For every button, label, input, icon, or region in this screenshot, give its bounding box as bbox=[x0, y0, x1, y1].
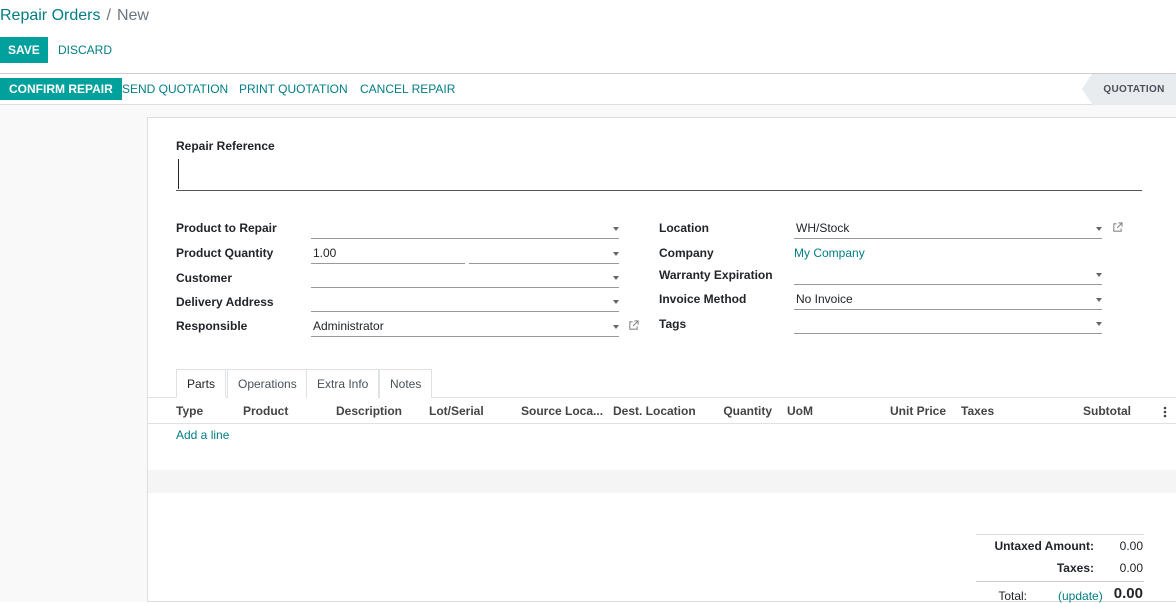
totals-divider bbox=[976, 581, 1144, 582]
taxes-value: 0.00 bbox=[1100, 561, 1143, 575]
untaxed-amount-label: Untaxed Amount: bbox=[960, 539, 1094, 553]
product-to-repair-label: Product to Repair bbox=[176, 221, 277, 235]
table-row-empty bbox=[148, 470, 1176, 493]
product-quantity-input[interactable]: 1.00 bbox=[311, 244, 465, 264]
warranty-expiration-input[interactable] bbox=[794, 265, 1102, 285]
untaxed-amount-value: 0.00 bbox=[1100, 539, 1143, 553]
update-totals-link[interactable]: (update) bbox=[1058, 589, 1103, 603]
total-value: 0.00 bbox=[1105, 585, 1143, 602]
control-panel: Repair Orders / New SAVE DISCARD bbox=[0, 0, 1176, 73]
status-stage-quotation[interactable]: QUOTATION bbox=[1092, 74, 1176, 105]
column-header-subtotal[interactable]: Subtotal bbox=[1060, 404, 1131, 418]
totals-top-divider bbox=[976, 534, 1144, 535]
column-header-uom[interactable]: UoM bbox=[787, 404, 813, 418]
optional-columns-toggle[interactable] bbox=[1163, 405, 1167, 419]
send-quotation-button[interactable]: SEND QUOTATION bbox=[122, 78, 228, 100]
warranty-expiration-label: Warranty Expiration bbox=[659, 268, 773, 282]
product-quantity-label: Product Quantity bbox=[176, 246, 273, 260]
tab-extra-info[interactable]: Extra Info bbox=[306, 369, 379, 398]
confirm-repair-button[interactable]: CONFIRM REPAIR bbox=[0, 78, 122, 100]
repair-reference-label: Repair Reference bbox=[176, 139, 275, 153]
tab-notes[interactable]: Notes bbox=[379, 369, 432, 398]
breadcrumb-parent-link[interactable]: Repair Orders bbox=[0, 7, 100, 24]
taxes-label: Taxes: bbox=[960, 561, 1094, 575]
chevron-down-icon bbox=[613, 227, 619, 231]
table-row-add-line bbox=[148, 424, 1176, 447]
responsible-select[interactable]: Administrator bbox=[311, 317, 619, 337]
total-label: Total: bbox=[960, 589, 1027, 603]
external-link-icon[interactable] bbox=[628, 320, 639, 331]
chevron-down-icon bbox=[613, 325, 619, 329]
chevron-down-icon bbox=[1096, 322, 1102, 326]
chevron-down-icon bbox=[1096, 273, 1102, 277]
external-link-icon[interactable] bbox=[1112, 222, 1123, 233]
print-quotation-button[interactable]: PRINT QUOTATION bbox=[239, 78, 348, 100]
tab-operations[interactable]: Operations bbox=[227, 369, 308, 398]
discard-button[interactable]: DISCARD bbox=[58, 37, 112, 63]
company-link[interactable]: My Company bbox=[794, 246, 865, 260]
chevron-down-icon bbox=[613, 300, 619, 304]
column-header-quantity[interactable]: Quantity bbox=[700, 404, 772, 418]
column-header-description[interactable]: Description bbox=[336, 404, 402, 418]
customer-label: Customer bbox=[176, 271, 232, 285]
column-header-product[interactable]: Product bbox=[243, 404, 288, 418]
product-uom-select[interactable] bbox=[469, 244, 619, 264]
invoice-method-select[interactable]: No Invoice bbox=[794, 290, 1102, 310]
save-button[interactable]: SAVE bbox=[0, 37, 48, 63]
breadcrumb-current: New bbox=[117, 7, 149, 24]
chevron-down-icon bbox=[613, 276, 619, 280]
breadcrumb-separator: / bbox=[106, 7, 110, 24]
column-header-dest-location[interactable]: Dest. Location bbox=[613, 404, 696, 418]
location-select[interactable]: WH/Stock bbox=[794, 219, 1102, 239]
cancel-repair-button[interactable]: CANCEL REPAIR bbox=[360, 78, 455, 100]
column-header-lot-serial[interactable]: Lot/Serial bbox=[429, 404, 484, 418]
breadcrumb: Repair Orders / New bbox=[0, 7, 149, 25]
column-header-source-location[interactable]: Source Loca... bbox=[521, 404, 603, 418]
statusbar: CONFIRM REPAIR SEND QUOTATION PRINT QUOT… bbox=[0, 73, 1176, 105]
customer-select[interactable] bbox=[311, 268, 619, 288]
company-label: Company bbox=[659, 246, 714, 260]
responsible-label: Responsible bbox=[176, 319, 247, 333]
delivery-address-select[interactable] bbox=[311, 292, 619, 312]
column-header-type[interactable]: Type bbox=[176, 404, 203, 418]
location-label: Location bbox=[659, 221, 709, 235]
product-to-repair-select[interactable] bbox=[311, 219, 619, 239]
column-header-unit-price[interactable]: Unit Price bbox=[870, 404, 946, 418]
table-row-empty bbox=[148, 447, 1176, 470]
tags-label: Tags bbox=[659, 317, 686, 331]
invoice-method-label: Invoice Method bbox=[659, 292, 746, 306]
kebab-menu-icon bbox=[1163, 405, 1167, 419]
tab-parts[interactable]: Parts bbox=[176, 369, 226, 398]
tags-select[interactable] bbox=[794, 314, 1102, 334]
column-header-taxes[interactable]: Taxes bbox=[961, 404, 994, 418]
add-a-line-link[interactable]: Add a line bbox=[176, 428, 229, 442]
repair-reference-input[interactable] bbox=[176, 157, 1142, 191]
text-cursor bbox=[178, 159, 179, 189]
chevron-down-icon bbox=[1096, 227, 1102, 231]
chevron-down-icon bbox=[613, 252, 619, 256]
chevron-down-icon bbox=[1096, 298, 1102, 302]
delivery-address-label: Delivery Address bbox=[176, 295, 274, 309]
